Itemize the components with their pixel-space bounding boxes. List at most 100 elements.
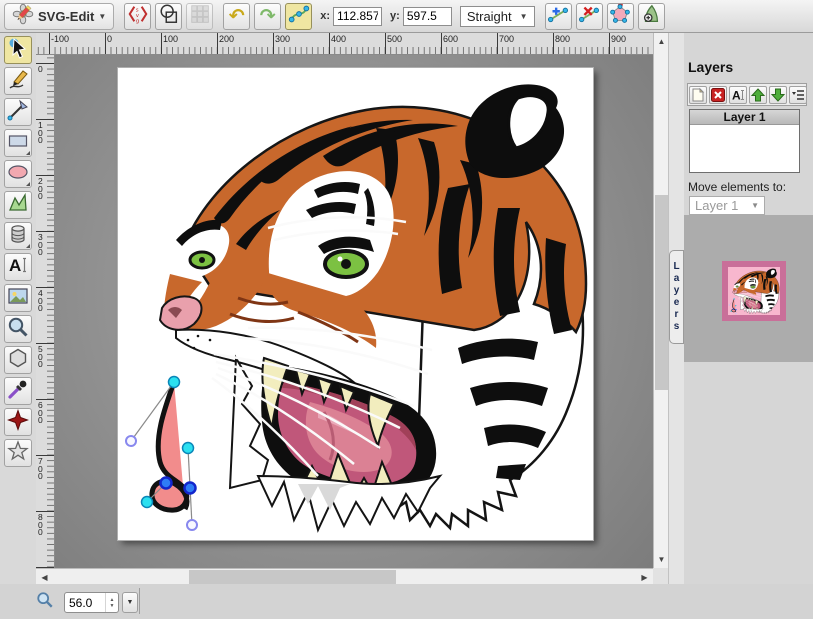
zoom-spinner[interactable]: ▲▼ xyxy=(105,593,118,612)
y-coordinate-label: y: xyxy=(390,10,400,22)
tool-eyedropper[interactable] xyxy=(4,377,32,405)
grid-button[interactable] xyxy=(186,3,213,30)
tool-ellipse[interactable] xyxy=(4,160,32,188)
select-caret-icon: ▼ xyxy=(520,12,528,21)
layers-panel-title: Layers xyxy=(688,59,813,75)
delete-layer-button[interactable] xyxy=(709,86,727,104)
undo-button[interactable]: ↶ xyxy=(223,3,250,30)
tool-path[interactable] xyxy=(4,191,32,219)
tool-polygon[interactable] xyxy=(4,346,32,374)
add-node-button[interactable] xyxy=(545,3,572,30)
drawing-thumbnail xyxy=(722,261,786,321)
tool-image[interactable] xyxy=(4,284,32,312)
shape-library-icon xyxy=(6,222,30,251)
rename-layer-button[interactable]: A xyxy=(729,86,747,104)
scroll-down-arrow[interactable]: ▼ xyxy=(654,552,669,567)
tool-line[interactable] xyxy=(4,98,32,126)
open-path-button[interactable] xyxy=(607,3,634,30)
main-toolbar: SVG-Edit ▼ s v g xyxy=(0,0,813,33)
vertical-scrollbar-thumb[interactable] xyxy=(655,195,668,390)
layers-side-tab[interactable]: Layers xyxy=(669,250,684,344)
svg-edit-logo-icon xyxy=(12,3,34,30)
move-select-caret-icon: ▼ xyxy=(751,201,759,210)
add-subpath-button[interactable] xyxy=(638,3,665,30)
y-coordinate-input[interactable] xyxy=(403,7,452,26)
move-target-select[interactable]: Layer 1 ▼ xyxy=(689,196,765,215)
menu-caret-icon: ▼ xyxy=(98,12,106,21)
scrollbar-corner xyxy=(653,568,668,584)
edit-source-button[interactable]: s v g xyxy=(124,3,151,30)
layer-menu-button[interactable] xyxy=(789,86,807,104)
ruler-label: 700 xyxy=(499,34,514,44)
workspace[interactable] xyxy=(55,55,653,568)
ruler-label: 400 xyxy=(331,34,346,44)
scroll-right-arrow[interactable]: ▶ xyxy=(637,569,652,585)
wireframe-button[interactable] xyxy=(155,3,182,30)
svg-text:A: A xyxy=(9,256,21,275)
path-tool-icon xyxy=(6,191,30,220)
move-elements-label: Move elements to: xyxy=(688,180,813,194)
star-tool-icon xyxy=(6,439,30,468)
tool-zoom[interactable] xyxy=(4,315,32,343)
text-tool-icon: A xyxy=(6,253,30,282)
grid-icon xyxy=(189,3,211,30)
cross-shape-icon xyxy=(6,408,30,437)
add-subpath-icon xyxy=(640,3,662,30)
tool-pencil[interactable] xyxy=(4,67,32,95)
polygon-tool-icon xyxy=(6,346,30,375)
eyedropper-icon xyxy=(6,377,30,406)
svg-edit-window: SVG-Edit ▼ s v g xyxy=(0,0,813,619)
x-coordinate-label: x: xyxy=(320,10,330,22)
svg-text:A: A xyxy=(732,88,741,102)
select-tool-icon xyxy=(6,36,30,65)
zoom-dropdown-button[interactable]: ▼ xyxy=(122,592,138,613)
ruler-label: 100 xyxy=(163,34,178,44)
delete-node-button[interactable] xyxy=(576,3,603,30)
drawing-canvas[interactable] xyxy=(118,68,593,540)
left-tool-palette: A xyxy=(0,33,36,584)
ruler-label: 500 xyxy=(387,34,402,44)
tool-text[interactable]: A xyxy=(4,253,32,281)
preview-panel xyxy=(684,215,813,362)
panel-splitter[interactable]: Layers xyxy=(668,33,684,584)
ruler-label: 200 xyxy=(219,34,234,44)
horizontal-scrollbar[interactable]: ◀ ▶ xyxy=(36,568,653,584)
open-path-icon xyxy=(609,3,631,30)
x-coordinate-input[interactable] xyxy=(333,7,382,26)
new-layer-button[interactable] xyxy=(689,86,707,104)
scroll-up-arrow[interactable]: ▲ xyxy=(654,34,669,49)
tool-star[interactable] xyxy=(4,439,32,467)
ruler-label: 3 0 0 xyxy=(38,234,43,257)
tool-cross-shape[interactable] xyxy=(4,408,32,436)
ruler-label: 0 xyxy=(38,66,43,74)
line-tool-icon xyxy=(6,98,30,127)
vertical-scrollbar[interactable]: ▲ ▼ xyxy=(653,33,668,568)
undo-icon: ↶ xyxy=(229,7,245,26)
ruler-label: 2 0 0 xyxy=(38,178,43,201)
ruler-label: 900 xyxy=(611,34,626,44)
tool-shape-library[interactable] xyxy=(4,222,32,250)
zoom-input[interactable] xyxy=(65,596,105,610)
segment-type-select[interactable]: Straight ▼ xyxy=(460,6,535,27)
redo-button[interactable]: ↷ xyxy=(254,3,281,30)
path-edit-mode-icon xyxy=(288,3,310,30)
ruler-label: 7 0 0 xyxy=(38,458,43,481)
tool-rectangle[interactable] xyxy=(4,129,32,157)
ruler-label: 4 0 0 xyxy=(38,290,43,313)
tool-select[interactable] xyxy=(4,36,32,64)
image-tool-icon xyxy=(6,284,30,313)
layer-row[interactable]: Layer 1 xyxy=(690,110,799,125)
ruler-label: 5 0 0 xyxy=(38,346,43,369)
layer-buttons-row: A xyxy=(687,83,807,106)
main-menu-button[interactable]: SVG-Edit ▼ xyxy=(4,3,114,30)
raise-layer-button[interactable] xyxy=(749,86,767,104)
pencil-tool-icon xyxy=(6,67,30,96)
lower-layer-button[interactable] xyxy=(769,86,787,104)
zoom-tool-icon xyxy=(6,315,30,344)
scroll-left-arrow[interactable]: ◀ xyxy=(37,569,52,585)
path-edit-mode-button[interactable] xyxy=(285,3,312,30)
wireframe-icon xyxy=(158,3,180,30)
layers-panel: Layers A xyxy=(684,33,813,584)
redo-icon: ↷ xyxy=(260,7,276,26)
horizontal-scrollbar-thumb[interactable] xyxy=(189,570,396,584)
